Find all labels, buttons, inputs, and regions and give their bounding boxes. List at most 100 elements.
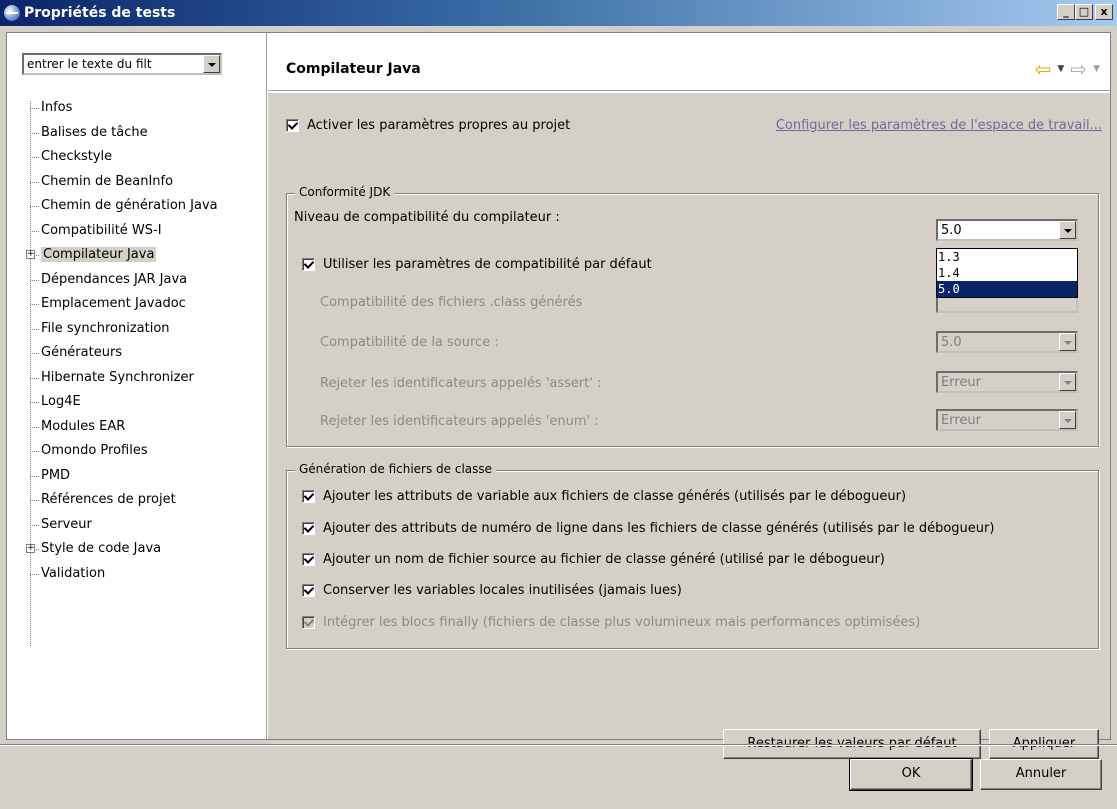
use-default-compliance-checkbox[interactable] xyxy=(302,258,315,271)
enum-label: Rejeter les identificateurs appelés 'enu… xyxy=(320,414,599,429)
back-arrow-icon[interactable]: ⇦ xyxy=(1035,57,1052,81)
assert-value: Erreur xyxy=(941,375,981,390)
tree-item[interactable]: Log4E xyxy=(25,390,218,415)
enum-value: Erreur xyxy=(941,413,981,428)
title-bar: Propriétés de tests _ □ x xyxy=(0,0,1117,26)
classgen-option-checkbox[interactable] xyxy=(302,522,315,535)
tree-item-label: Dépendances JAR Java xyxy=(41,271,188,287)
filter-dropdown-button[interactable] xyxy=(203,55,220,73)
tree-item[interactable]: Compatibilité WS-I xyxy=(25,219,218,244)
tree-item[interactable]: Validation xyxy=(25,562,218,587)
property-page: Compilateur Java ⇦ ▼ ⇨ ▼ Activer les par… xyxy=(268,33,1110,759)
classgen-option-checkbox[interactable] xyxy=(302,490,315,503)
enable-project-settings-label: Activer les paramètres propres au projet xyxy=(307,118,571,133)
compliance-option-selected[interactable]: 5.0 xyxy=(937,281,1077,297)
cancel-button[interactable]: Annuler xyxy=(980,759,1102,790)
tree-item[interactable]: Hibernate Synchronizer xyxy=(25,366,218,391)
tree-item-label: Chemin de BeanInfo xyxy=(41,173,174,189)
source-compat-dropdown-button xyxy=(1059,333,1076,351)
close-button[interactable]: x xyxy=(1095,4,1113,20)
classgen-option[interactable]: Conserver les variables locales inutilis… xyxy=(302,583,682,598)
minimize-button[interactable]: _ xyxy=(1057,4,1075,20)
compliance-level-dropdown-button[interactable] xyxy=(1059,221,1076,239)
tree-item[interactable]: PMD xyxy=(25,464,218,489)
tree-item-label: Chemin de génération Java xyxy=(41,198,218,213)
tree-item-label: File synchronization xyxy=(41,320,170,336)
tree-item-label: Omondo Profiles xyxy=(41,443,148,458)
tree-item-label: Modules EAR xyxy=(41,418,126,434)
classgen-option-label: Ajouter les attributs de variable aux fi… xyxy=(323,489,907,504)
tree-item-label: Générateurs xyxy=(41,345,123,360)
maximize-button[interactable]: □ xyxy=(1075,4,1093,20)
tree-item[interactable]: + Style de code Java xyxy=(25,537,218,562)
classgen-option[interactable]: Ajouter des attributs de numéro de ligne… xyxy=(302,521,994,536)
forward-menu-chevron-down-icon[interactable]: ▼ xyxy=(1093,64,1100,74)
tree-item[interactable]: Balises de tâche xyxy=(25,121,218,146)
configure-workspace-link[interactable]: Configurer les paramètres de l'espace de… xyxy=(776,118,1102,133)
tree-item-label: PMD xyxy=(41,467,71,483)
tree-item[interactable]: Infos xyxy=(25,96,218,121)
enable-project-settings[interactable]: Activer les paramètres propres au projet xyxy=(286,118,570,133)
history-navigation: ⇦ ▼ ⇨ ▼ xyxy=(1035,57,1100,81)
compliance-option[interactable]: 1.3 xyxy=(937,249,1077,265)
classgen-option-checkbox[interactable] xyxy=(302,584,315,597)
use-default-compliance-label: Utiliser les paramètres de compatibilité… xyxy=(323,257,652,272)
source-compat-select: 5.0 xyxy=(936,331,1078,353)
compliance-level-select[interactable]: 5.0 xyxy=(936,219,1078,241)
compliance-level-label: Niveau de compatibilité du compilateur : xyxy=(294,210,560,225)
tree-item[interactable]: Chemin de BeanInfo xyxy=(25,170,218,195)
classgen-option-label: Conserver les variables locales inutilis… xyxy=(323,583,682,598)
tree-item-label: Style de code Java xyxy=(41,541,162,556)
classgen-option-label: Ajouter un nom de fichier source au fich… xyxy=(323,552,885,567)
window-title: Propriétés de tests xyxy=(24,5,176,21)
tree-item[interactable]: Serveur xyxy=(25,513,218,538)
tree-item-label: Balises de tâche xyxy=(41,124,148,140)
tree-item-label: Infos xyxy=(41,100,73,115)
tree-item[interactable]: Générateurs xyxy=(25,341,218,366)
filter-input-text: entrer le texte du filt xyxy=(27,57,152,71)
assert-select: Erreur xyxy=(936,371,1078,393)
classgen-option[interactable]: Ajouter un nom de fichier source au fich… xyxy=(302,552,885,567)
classgen-option-checkbox xyxy=(302,616,315,629)
tree-item[interactable]: File synchronization xyxy=(25,317,218,342)
tree-item[interactable]: Emplacement Javadoc xyxy=(25,292,218,317)
eclipse-icon xyxy=(4,5,20,21)
jdk-compliance-legend: Conformité JDK xyxy=(295,185,395,199)
navigation-pane: entrer le texte du filt Infos Balises de … xyxy=(7,33,267,739)
classgen-option-disabled: Intégrer les blocs finally (fichiers de … xyxy=(302,615,920,630)
tree-item[interactable]: Omondo Profiles xyxy=(25,439,218,464)
ok-button[interactable]: OK xyxy=(849,758,973,791)
property-tree: Infos Balises de tâche Checkstyle Chemin de… xyxy=(25,96,218,586)
class-compat-label: Compatibilité des fichiers .class généré… xyxy=(320,295,583,310)
classgen-option-checkbox[interactable] xyxy=(302,553,315,566)
classgen-option-label: Ajouter des attributs de numéro de ligne… xyxy=(323,521,995,536)
classgen-option[interactable]: Ajouter les attributs de variable aux fi… xyxy=(302,489,906,504)
source-compat-value: 5.0 xyxy=(941,335,962,350)
compliance-level-options: 1.3 1.4 5.0 xyxy=(936,248,1078,298)
tree-expand-icon[interactable]: + xyxy=(26,544,35,553)
compliance-level-value: 5.0 xyxy=(941,223,962,238)
assert-dropdown-button xyxy=(1059,373,1076,391)
tree-item[interactable]: + Compilateur Java xyxy=(25,243,218,268)
tree-item[interactable]: Dépendances JAR Java xyxy=(25,268,218,293)
tree-item-label: Validation xyxy=(41,565,106,581)
tree-expand-icon[interactable]: + xyxy=(26,250,35,259)
tree-item[interactable]: Références de projet xyxy=(25,488,218,513)
tree-item[interactable]: Chemin de génération Java xyxy=(25,194,218,219)
forward-arrow-icon[interactable]: ⇨ xyxy=(1070,57,1087,81)
tree-item-label: Log4E xyxy=(41,394,81,409)
classgen-option-label: Intégrer les blocs finally (fichiers de … xyxy=(323,615,921,630)
page-header: Compilateur Java ⇦ ▼ ⇨ ▼ xyxy=(268,33,1110,91)
back-menu-chevron-down-icon[interactable]: ▼ xyxy=(1057,64,1064,74)
use-default-compliance[interactable]: Utiliser les paramètres de compatibilité… xyxy=(302,257,652,272)
tree-item-label: Serveur xyxy=(41,516,92,532)
enable-project-settings-checkbox[interactable] xyxy=(286,119,299,132)
button-bar-separator xyxy=(0,744,1117,746)
tree-item-label: Emplacement Javadoc xyxy=(41,296,186,311)
tree-item[interactable]: Modules EAR xyxy=(25,415,218,440)
enum-select: Erreur xyxy=(936,409,1078,431)
source-compat-label: Compatibilité de la source : xyxy=(320,335,499,350)
filter-input[interactable]: entrer le texte du filt xyxy=(22,53,222,75)
compliance-option[interactable]: 1.4 xyxy=(937,265,1077,281)
tree-item[interactable]: Checkstyle xyxy=(25,145,218,170)
